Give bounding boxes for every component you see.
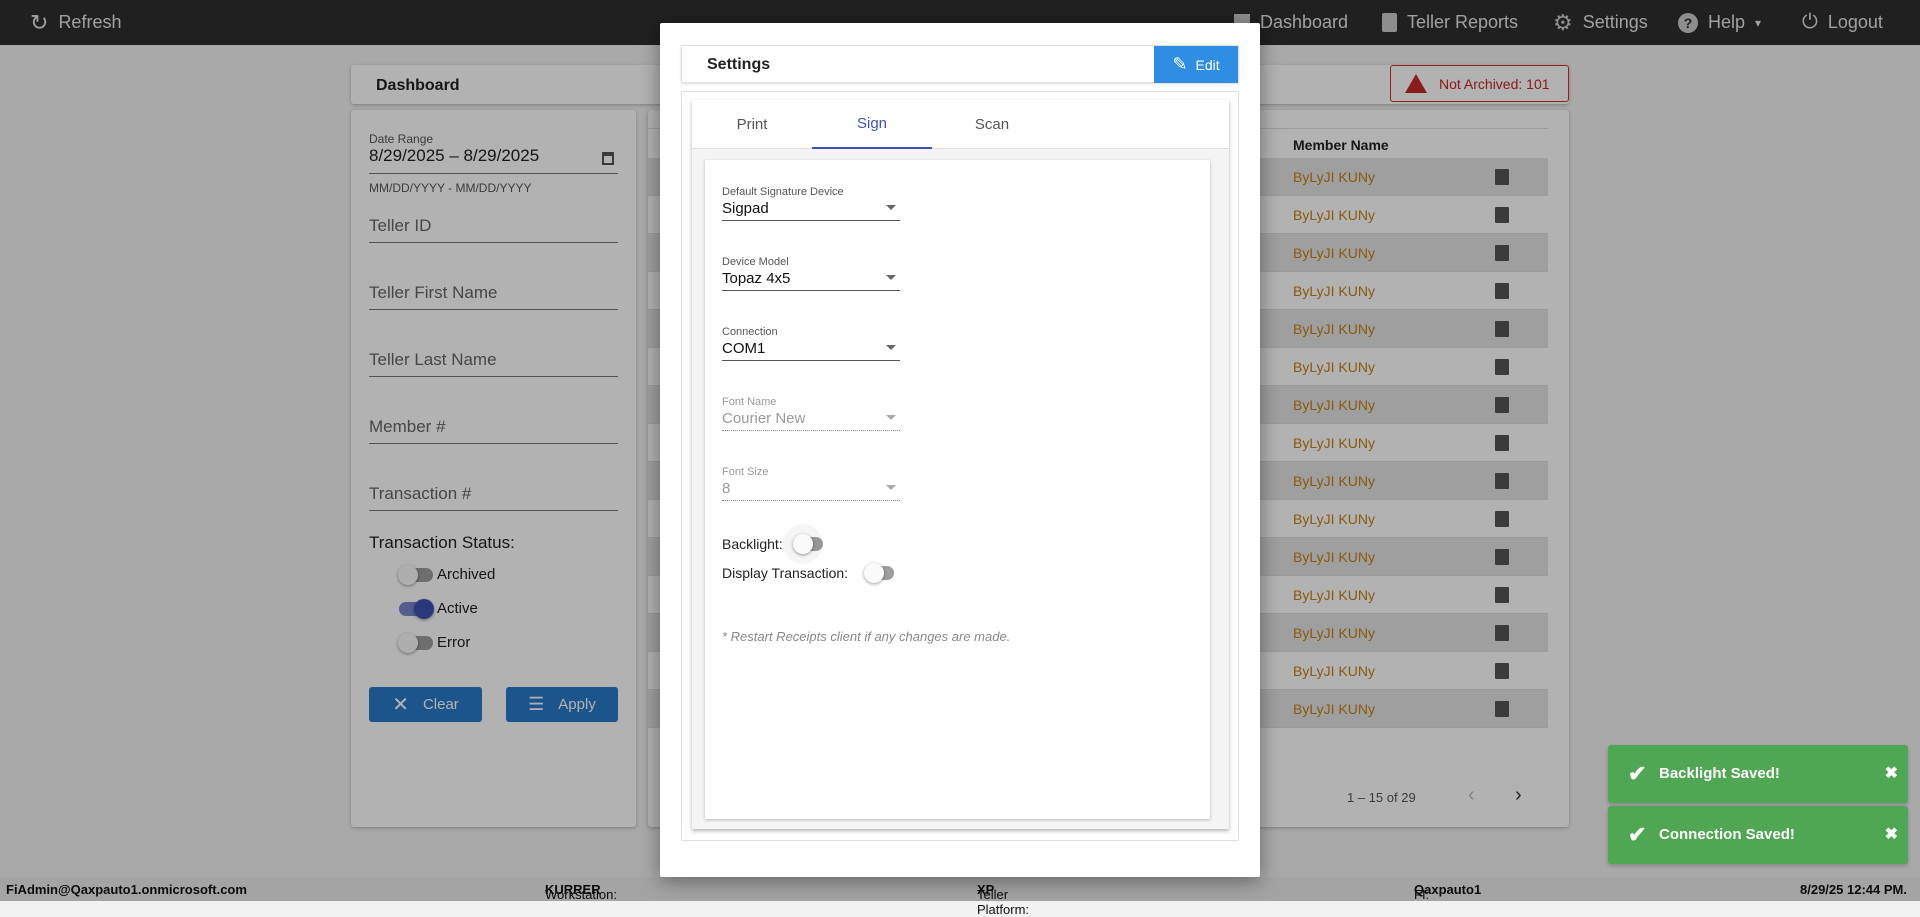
edit-label: Edit xyxy=(1195,56,1220,73)
font-size-value: 8 xyxy=(722,480,731,497)
settings-dialog: Settings ✎ Edit Print Sign Scan Default S… xyxy=(660,23,1260,877)
dropdown-arrow-icon xyxy=(886,275,896,280)
font-size-label: Font Size xyxy=(722,466,769,478)
device-model-select[interactable]: Device Model Topaz 4x5 xyxy=(722,256,900,291)
signature-device-select[interactable]: Default Signature Device Sigpad xyxy=(722,186,900,221)
connection-value: COM1 xyxy=(722,340,766,357)
display-transaction-toggle[interactable]: Display Transaction: xyxy=(722,563,895,583)
close-toast-button[interactable]: ✖ xyxy=(1885,763,1898,783)
connection-select[interactable]: Connection COM1 xyxy=(722,326,900,361)
edit-button[interactable]: ✎ Edit xyxy=(1154,46,1238,83)
dropdown-arrow-icon xyxy=(886,485,896,490)
device-model-value: Topaz 4x5 xyxy=(722,270,791,287)
toast-connection-saved: ✔ Connection Saved! ✖ xyxy=(1608,806,1908,864)
font-name-value: Courier New xyxy=(722,410,806,427)
check-icon: ✔ xyxy=(1628,761,1647,786)
settings-body: Print Sign Scan Default Signature Device… xyxy=(681,91,1239,841)
backlight-label: Backlight: xyxy=(722,536,783,552)
restart-note: * Restart Receipts client if any changes… xyxy=(722,629,1011,644)
tab-sign[interactable]: Sign xyxy=(812,100,932,149)
settings-tabs: Print Sign Scan xyxy=(692,100,1229,149)
check-icon: ✔ xyxy=(1628,822,1647,847)
display-transaction-label: Display Transaction: xyxy=(722,565,849,581)
close-toast-button[interactable]: ✖ xyxy=(1885,824,1898,844)
device-model-label: Device Model xyxy=(722,256,789,268)
pencil-icon: ✎ xyxy=(1172,54,1188,74)
dropdown-arrow-icon xyxy=(886,205,896,210)
font-name-label: Font Name xyxy=(722,396,777,408)
font-name-select[interactable]: Font Name Courier New xyxy=(722,396,900,431)
connection-label: Connection xyxy=(722,326,778,338)
tab-scan[interactable]: Scan xyxy=(932,100,1052,149)
sign-settings-form: Default Signature Device Sigpad Device Mo… xyxy=(705,160,1210,819)
font-size-select[interactable]: Font Size 8 xyxy=(722,466,900,501)
settings-title: Settings xyxy=(707,56,771,73)
backlight-toggle[interactable]: Backlight: xyxy=(722,534,823,554)
toast-message: Connection Saved! xyxy=(1659,826,1795,843)
dropdown-arrow-icon xyxy=(886,345,896,350)
signature-device-value: Sigpad xyxy=(722,200,769,217)
settings-header: Settings ✎ Edit xyxy=(681,45,1239,83)
toast-backlight-saved: ✔ Backlight Saved! ✖ xyxy=(1608,745,1908,803)
tab-print[interactable]: Print xyxy=(692,100,812,149)
dropdown-arrow-icon xyxy=(886,415,896,420)
toast-message: Backlight Saved! xyxy=(1659,765,1780,782)
signature-device-label: Default Signature Device xyxy=(722,186,844,198)
